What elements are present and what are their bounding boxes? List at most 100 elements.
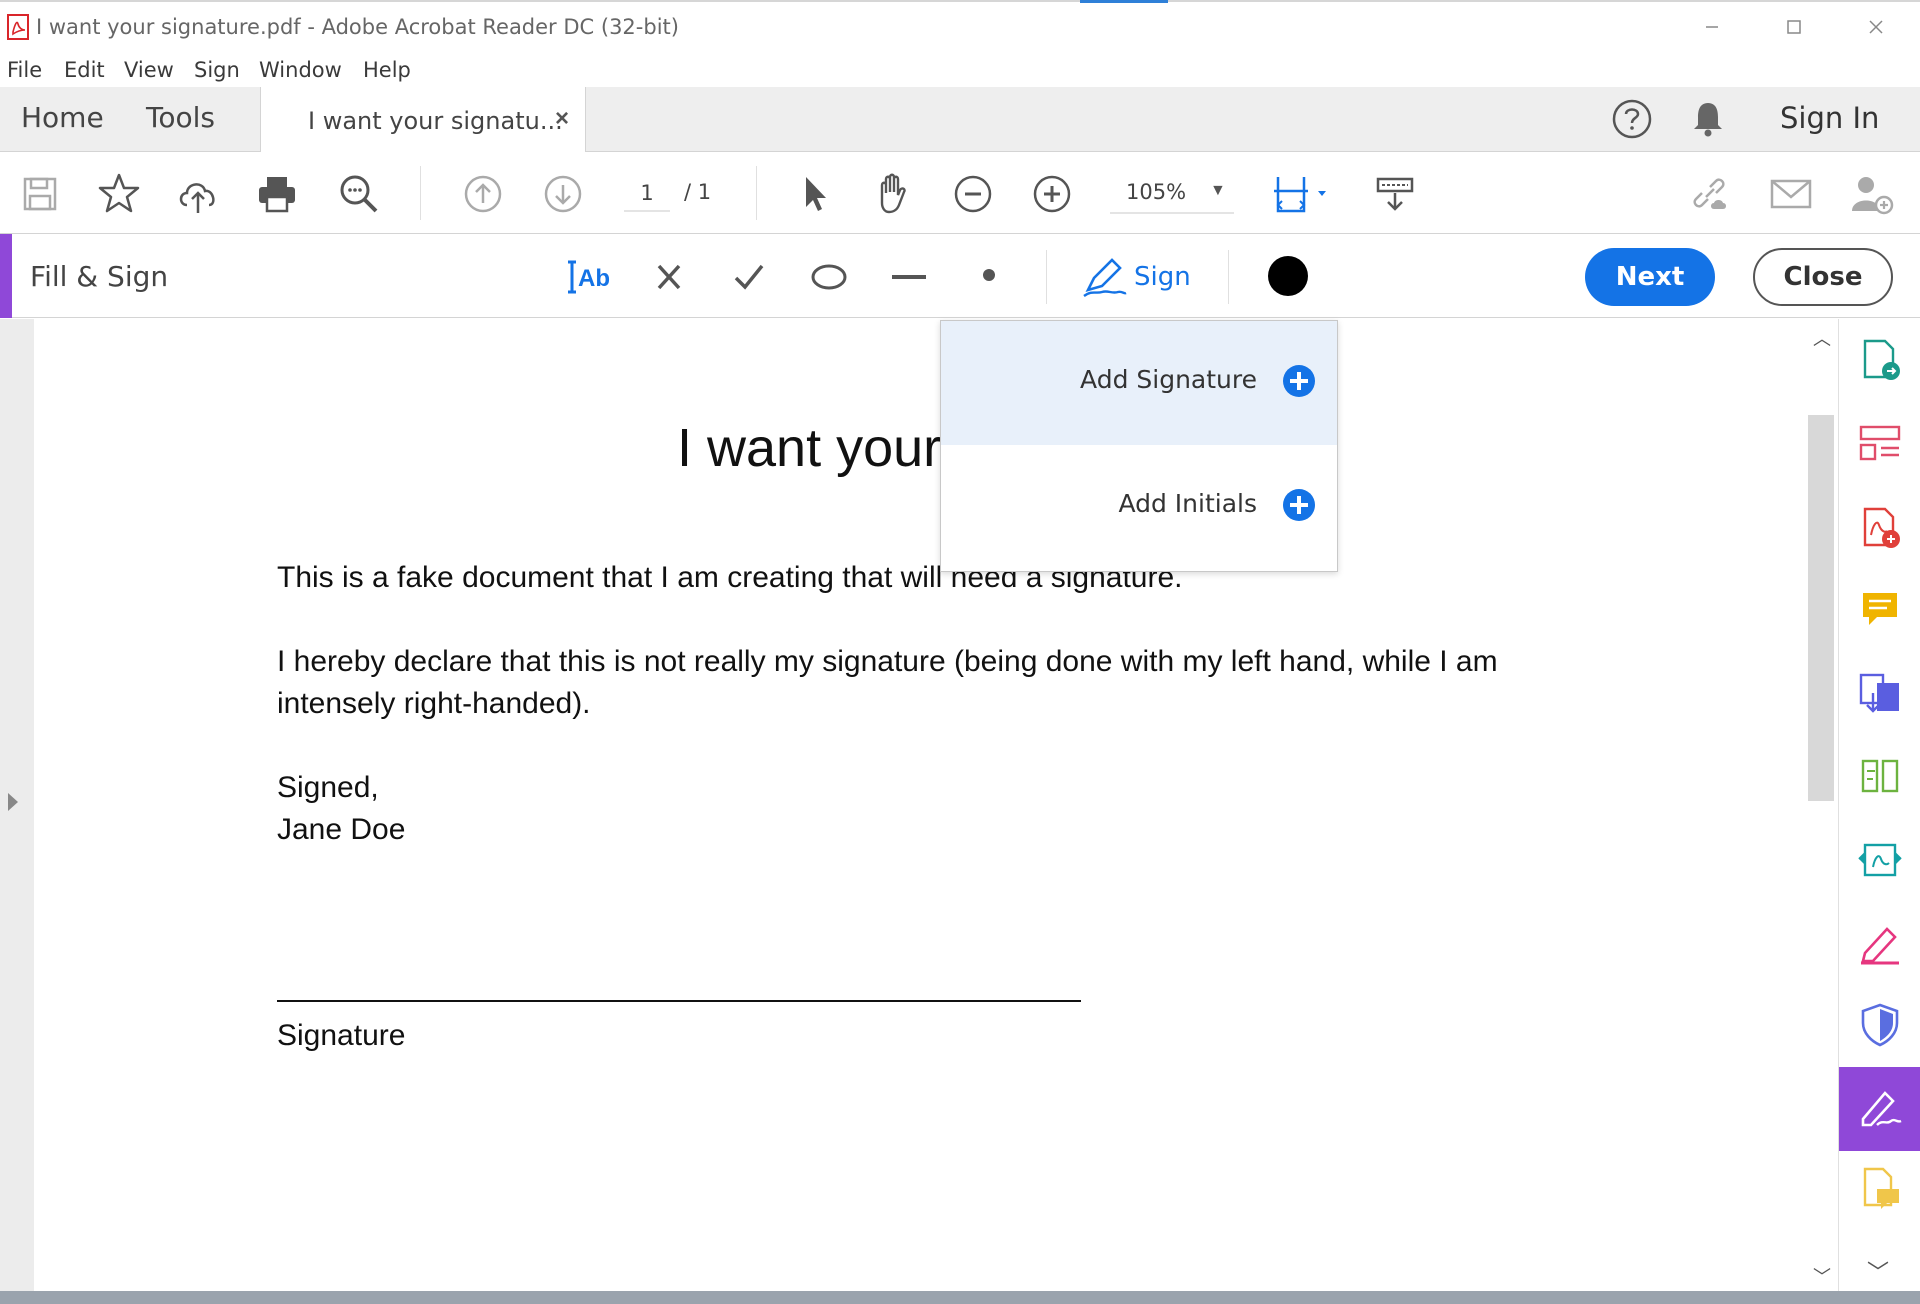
right-tools-panel: ﹀ — [1838, 319, 1920, 1291]
vertical-scrollbar[interactable]: ︿ ﹀ — [1804, 319, 1838, 1291]
scroll-down-icon[interactable]: ﹀ — [1813, 1263, 1831, 1289]
add-signature-item[interactable]: Add Signature — [941, 321, 1337, 445]
line-icon[interactable] — [884, 252, 934, 302]
menu-bar: File Edit View Sign Window Help — [0, 50, 1920, 87]
window-bottom-edge — [0, 1291, 1920, 1304]
signature-label: Signature — [277, 1019, 406, 1052]
combine-files-icon[interactable] — [1857, 671, 1903, 717]
add-signature-label: Add Signature — [1080, 365, 1257, 394]
zoom-value: 105% — [1126, 180, 1187, 204]
read-mode-icon[interactable] — [1370, 169, 1420, 219]
menu-sign[interactable]: Sign — [194, 58, 240, 82]
share-link-icon[interactable] — [1686, 169, 1736, 219]
check-mark-icon[interactable] — [724, 252, 774, 302]
menu-window[interactable]: Window — [259, 58, 342, 82]
plus-circle-icon — [1283, 365, 1315, 397]
signer-name: Jane Doe — [277, 813, 406, 846]
sign-in-link[interactable]: Sign In — [1780, 101, 1879, 135]
page-number-input[interactable] — [624, 176, 670, 212]
select-cursor-icon[interactable] — [790, 169, 840, 219]
previous-page-icon[interactable] — [458, 169, 508, 219]
hand-tool-icon[interactable] — [868, 169, 918, 219]
cloud-upload-icon[interactable] — [173, 169, 223, 219]
zoom-in-icon[interactable] — [1027, 169, 1077, 219]
notifications-bell-icon[interactable] — [1686, 97, 1730, 141]
save-icon[interactable] — [15, 169, 65, 219]
fill-sign-title: Fill & Sign — [30, 260, 169, 293]
tab-close-icon[interactable]: × — [555, 105, 569, 133]
document-heading: I want your — [677, 418, 942, 478]
pen-sign-icon — [1083, 258, 1127, 297]
add-initials-item[interactable]: Add Initials — [941, 445, 1337, 569]
create-pdf-icon[interactable] — [1857, 505, 1903, 551]
signed-text: Signed, — [277, 771, 379, 804]
close-button[interactable]: Close — [1753, 248, 1893, 306]
print-icon[interactable] — [252, 169, 302, 219]
tab-bar: Home Tools I want your signatu... × Sign… — [0, 87, 1920, 153]
fill-sign-toolbar: Fill & Sign Ab Sign Next Close — [0, 234, 1920, 318]
fit-page-icon[interactable] — [1268, 169, 1332, 219]
fill-sign-icon — [1861, 1091, 1902, 1127]
document-viewport: I want your This is a fake document that… — [0, 319, 1838, 1291]
tab-home[interactable]: Home — [21, 101, 104, 134]
next-button[interactable]: Next — [1585, 248, 1715, 306]
tab-tools[interactable]: Tools — [146, 101, 215, 134]
maximize-icon[interactable] — [1774, 10, 1814, 44]
toolbar-divider — [756, 166, 757, 220]
toolbar-divider — [420, 166, 421, 220]
scroll-up-icon[interactable]: ︿ — [1813, 325, 1831, 351]
window-title: I want your signature.pdf - Adobe Acroba… — [36, 15, 679, 39]
zoom-out-icon[interactable] — [948, 169, 998, 219]
plus-circle-icon — [1283, 489, 1315, 521]
acrobat-app-icon — [7, 14, 29, 40]
chevron-down-icon: ▼ — [1210, 182, 1226, 199]
edit-pdf-icon[interactable] — [1857, 919, 1903, 965]
svg-text:Ab: Ab — [578, 265, 610, 292]
page-total: / 1 — [684, 180, 712, 204]
dot-icon[interactable] — [964, 252, 1014, 302]
title-bar-accent — [1080, 0, 1168, 3]
email-icon[interactable] — [1766, 169, 1816, 219]
zoom-select[interactable]: 105% ▼ — [1110, 174, 1234, 214]
comment-icon[interactable] — [1857, 587, 1903, 633]
add-user-icon[interactable] — [1846, 169, 1896, 219]
menu-view[interactable]: View — [124, 58, 174, 82]
send-for-review-icon[interactable] — [1857, 837, 1903, 883]
sign-dropdown-menu: Add Signature Add Initials — [940, 320, 1338, 572]
add-comment-file-icon[interactable] — [1857, 1165, 1903, 1211]
export-pdf-icon[interactable] — [1857, 337, 1903, 383]
next-page-icon[interactable] — [538, 169, 588, 219]
ellipse-icon[interactable] — [804, 252, 854, 302]
sign-button[interactable]: Sign — [1082, 250, 1202, 302]
protect-shield-icon[interactable] — [1857, 1001, 1903, 1047]
search-icon[interactable] — [334, 169, 384, 219]
tab-document[interactable]: I want your signatu... × — [260, 87, 586, 153]
compare-files-icon[interactable] — [1857, 753, 1903, 799]
toolbar-divider — [1228, 250, 1229, 304]
left-panel-strip — [0, 319, 34, 1291]
fill-sign-accent — [0, 234, 12, 318]
add-text-icon[interactable]: Ab — [564, 252, 614, 302]
tab-document-label: I want your signatu... — [308, 107, 563, 135]
star-bookmark-icon[interactable] — [94, 169, 144, 219]
fill-sign-tool-active[interactable] — [1839, 1067, 1920, 1151]
toolbar-divider — [1046, 250, 1047, 304]
organize-pages-icon[interactable] — [1857, 421, 1903, 467]
pdf-page[interactable]: I want your This is a fake document that… — [34, 319, 1804, 1291]
signature-line — [277, 1000, 1081, 1002]
expand-left-panel-icon[interactable] — [8, 793, 18, 811]
document-paragraph: I hereby declare that this is not really… — [277, 645, 1498, 720]
main-toolbar: / 1 105% ▼ — [0, 152, 1920, 234]
close-window-icon[interactable] — [1856, 10, 1896, 44]
cross-mark-icon[interactable] — [644, 252, 694, 302]
scrollbar-thumb[interactable] — [1808, 415, 1834, 801]
menu-file[interactable]: File — [7, 58, 42, 82]
title-bar: I want your signature.pdf - Adobe Acroba… — [0, 0, 1920, 50]
menu-edit[interactable]: Edit — [64, 58, 105, 82]
menu-help[interactable]: Help — [363, 58, 411, 82]
sign-label: Sign — [1134, 262, 1191, 292]
chevron-down-icon[interactable]: ﹀ — [1867, 1255, 1889, 1287]
minimize-icon[interactable] — [1692, 10, 1732, 44]
help-icon[interactable] — [1610, 97, 1654, 141]
color-picker-swatch[interactable] — [1268, 256, 1308, 296]
